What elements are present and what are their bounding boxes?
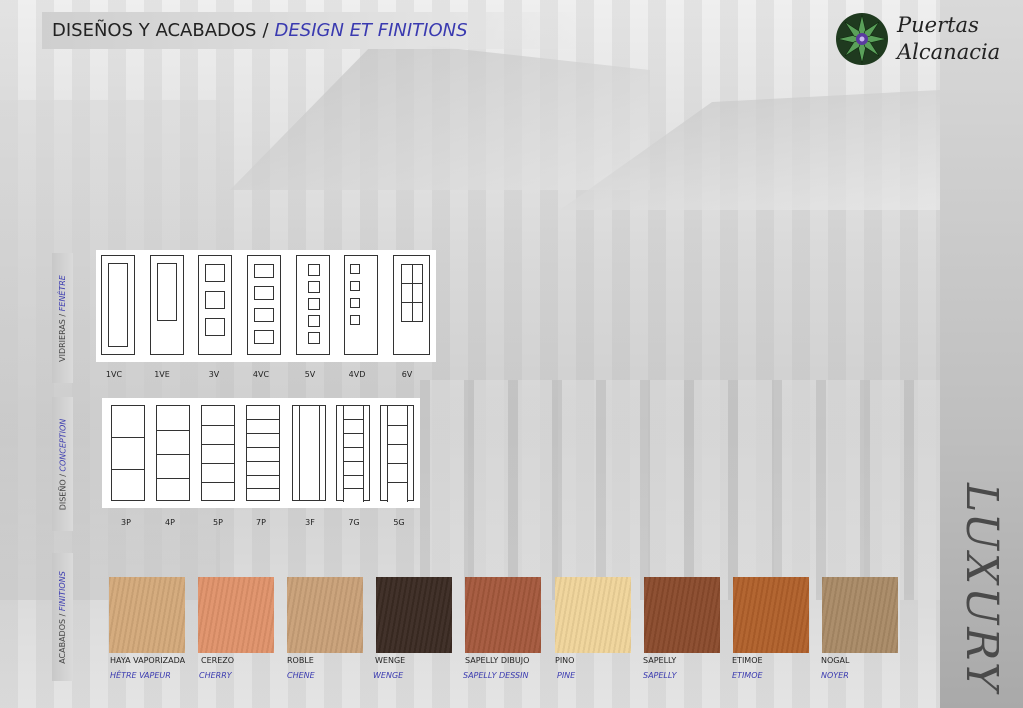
section-label-es: ACABADOS (58, 618, 67, 664)
finish-swatch (198, 577, 274, 653)
glass-model-code: 5V (304, 370, 316, 379)
finish-name-es: ETIMOE (732, 656, 763, 665)
glass-model-code: 6V (401, 370, 413, 379)
door-model-3p (111, 405, 145, 501)
finish-name-fr: CHENE (287, 671, 315, 680)
star-mosaic-logo-icon (835, 12, 889, 66)
finish-swatch (644, 577, 720, 653)
brand-name: Puertas Alcanacia (897, 12, 1019, 66)
title-spanish: DISEÑOS Y ACABADOS (52, 20, 257, 41)
glass-model-code: 1VE (154, 370, 170, 379)
glass-model-code: 4VC (252, 370, 270, 379)
section-label-sep: / (58, 471, 68, 479)
finish-swatch (822, 577, 898, 653)
finish-swatch (465, 577, 541, 653)
door-model-5p (201, 405, 235, 501)
finish-name-fr: ETIMOE (732, 671, 763, 680)
door-model-4vd (344, 255, 378, 355)
finish-swatch (376, 577, 452, 653)
title-separator: / (262, 20, 269, 41)
finish-swatch (555, 577, 631, 653)
finish-name-fr: HÊTRE VAPEUR (110, 671, 171, 680)
finish-name-fr: SAPELLY DESSIN (463, 671, 529, 680)
section-label-fr: FENÊTRE (58, 274, 68, 311)
collection-label: LUXURY (956, 482, 1008, 694)
finish-name-fr: SAPELLY (643, 671, 677, 680)
design-model-code: 7G (348, 518, 360, 527)
door-model-1ve (150, 255, 184, 355)
section-label-fr: FINITIONS (58, 570, 67, 611)
finish-name-es: SAPELLY (643, 656, 677, 665)
title-french: DESIGN ET FINITIONS (274, 20, 468, 41)
section-label-glass: VIDRIERAS / FENÊTRE (52, 253, 73, 383)
finish-swatch (733, 577, 809, 653)
design-model-code: 3P (121, 518, 131, 527)
finish-name-es: WENGE (375, 656, 406, 665)
section-label-es: DISEÑO (58, 478, 68, 510)
page-title: DISEÑOS Y ACABADOS / DESIGN ET FINITIONS (42, 12, 582, 49)
door-model-3v (198, 255, 232, 355)
door-model-7p (246, 405, 280, 501)
finish-swatch (109, 577, 185, 653)
section-label-finish: ACABADOS / FINITIONS (52, 553, 73, 681)
finish-name-es: HAYA VAPORIZADA (110, 656, 186, 665)
brand-line-2: Alcanacia (897, 40, 1001, 64)
finish-name-fr: PINE (557, 671, 576, 680)
finish-name-es: ROBLE (287, 656, 314, 665)
section-label-design: DISEÑO / CONCEPTION (52, 397, 73, 531)
door-model-4p (156, 405, 190, 501)
glass-model-code: 4VD (348, 370, 366, 379)
glass-model-code: 3V (208, 370, 220, 379)
glass-model-code: 1VC (105, 370, 123, 379)
door-model-3f (292, 405, 326, 501)
finish-name-es: NOGAL (821, 656, 850, 665)
background-arcade (420, 380, 940, 600)
collection-name: LUXURY (942, 482, 1022, 693)
finish-name-fr: WENGE (373, 671, 404, 680)
finish-name-es: CEREZO (201, 656, 235, 665)
section-label-es: VIDRIERAS (58, 318, 68, 362)
door-model-5g (380, 405, 414, 502)
design-model-code: 5G (393, 518, 405, 527)
brand-line-1: Puertas (897, 13, 979, 37)
design-model-code: 3F (305, 518, 315, 527)
section-label-fr: CONCEPTION (58, 418, 68, 472)
finish-swatch (287, 577, 363, 653)
door-model-6v (393, 255, 430, 355)
design-model-code: 5P (213, 518, 223, 527)
design-model-code: 4P (165, 518, 175, 527)
finish-name-fr: CHERRY (199, 671, 232, 680)
finish-name-fr: NOYER (821, 671, 849, 680)
door-model-5v (296, 255, 330, 355)
finish-name-es: SAPELLY DIBUJO (465, 656, 530, 665)
finish-name-es: PINO (555, 656, 575, 665)
section-label-sep: / (58, 610, 67, 619)
door-model-1vc (101, 255, 135, 355)
design-model-code: 7P (256, 518, 266, 527)
door-model-4vc (247, 255, 281, 355)
door-model-7g (336, 405, 370, 502)
section-label-sep: / (58, 310, 68, 319)
